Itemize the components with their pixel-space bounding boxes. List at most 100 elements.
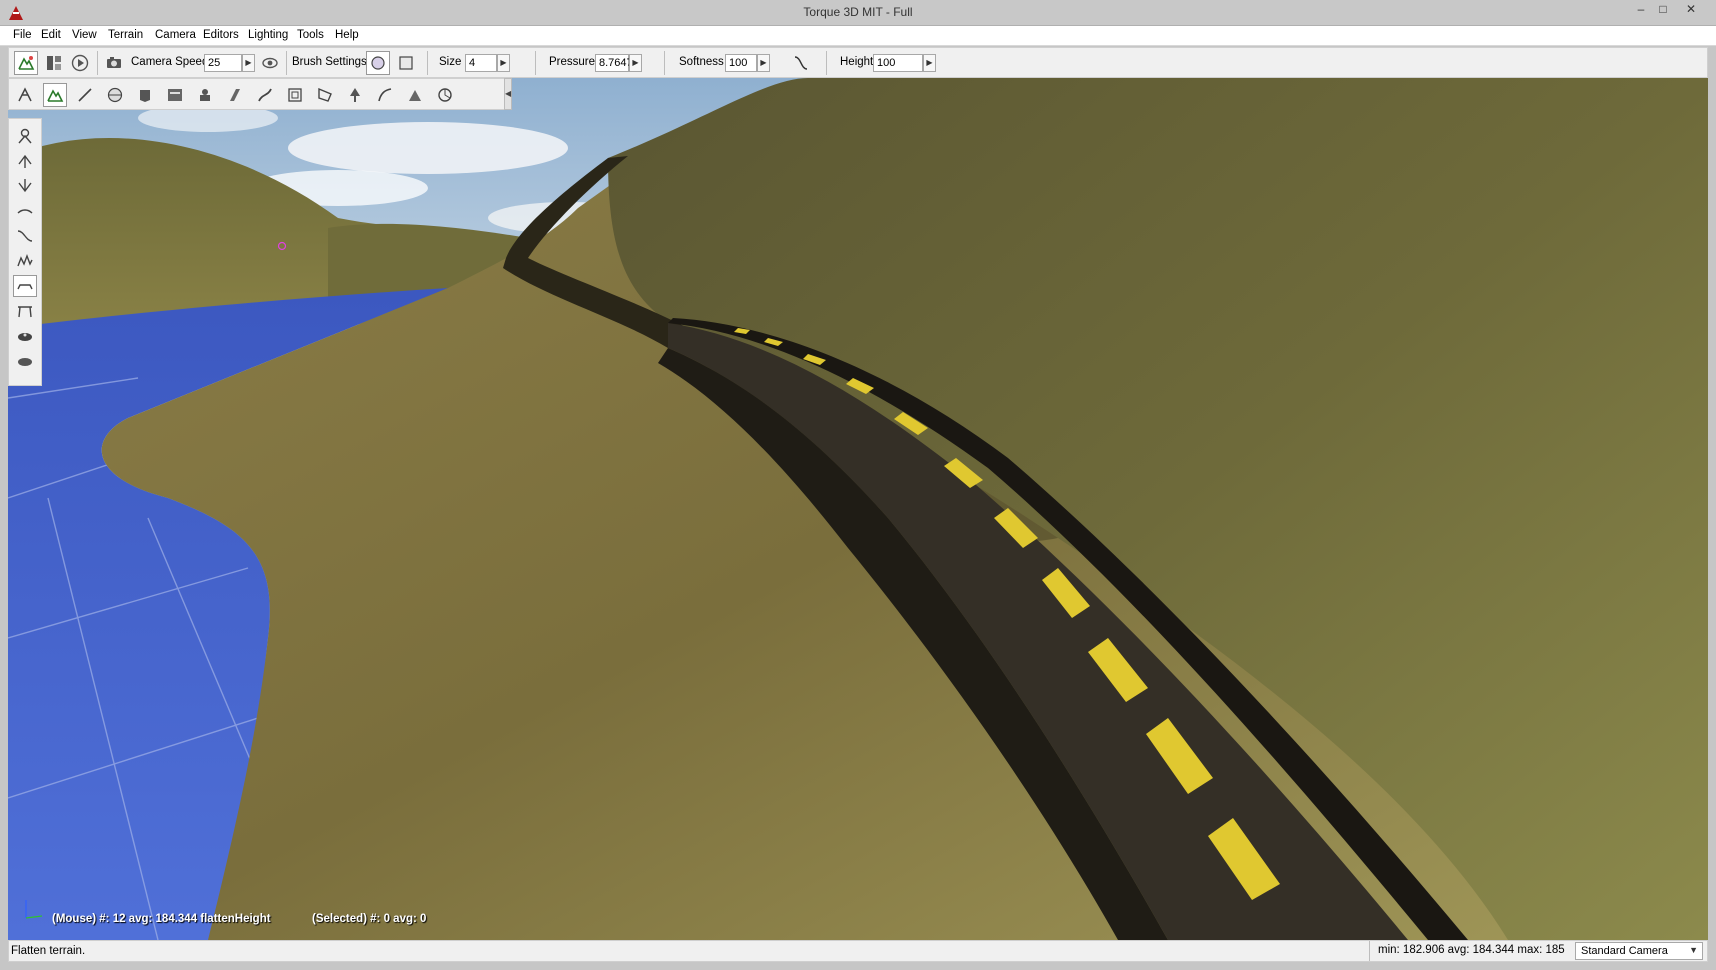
sketch-tool-button[interactable] — [133, 83, 157, 107]
lower-height-button[interactable] — [13, 175, 37, 197]
menu-tools[interactable]: Tools — [297, 29, 324, 41]
camera-speed-arrow[interactable]: ▶ — [242, 54, 255, 72]
terrain-painter-icon — [78, 88, 92, 102]
menu-file[interactable]: File — [13, 29, 32, 41]
set-empty-button[interactable] — [13, 325, 37, 347]
clear-empty-button[interactable] — [13, 350, 37, 372]
menu-help[interactable]: Help — [335, 29, 359, 41]
menu-terrain[interactable]: Terrain — [108, 29, 143, 41]
smooth-slope-icon — [17, 230, 33, 242]
decal-editor-button[interactable] — [403, 83, 427, 107]
menu-lighting[interactable]: Lighting — [248, 29, 288, 41]
menu-bar: File Edit View Terrain Camera Editors Li… — [0, 26, 1716, 46]
toolbar-divider — [286, 51, 287, 75]
noise-button[interactable] — [13, 250, 37, 272]
flatten-icon — [17, 284, 33, 290]
clear-empty-icon — [18, 358, 32, 366]
camera-speed-input[interactable]: 25 — [204, 54, 242, 72]
softness-curve-button[interactable] — [789, 51, 813, 75]
smooth-slope-button[interactable] — [13, 225, 37, 247]
river-editor-icon — [258, 88, 272, 102]
menu-camera[interactable]: Camera — [155, 29, 196, 41]
datablock-editor-icon — [168, 89, 182, 101]
object-editor-button[interactable] — [13, 83, 37, 107]
terrain-editor-button[interactable] — [43, 83, 67, 107]
minimize-button[interactable]: – — [1630, 0, 1652, 20]
camera-mode-select[interactable]: Standard Camera ▼ — [1575, 942, 1703, 960]
lower-height-icon — [18, 179, 32, 193]
menu-edit[interactable]: Edit — [41, 29, 61, 41]
mesh-road-editor-icon — [288, 88, 302, 102]
object-editor-icon — [18, 87, 32, 102]
softness-input[interactable]: 100 — [725, 54, 757, 72]
terrain-mountain-icon — [18, 56, 35, 70]
grab-terrain-button[interactable] — [13, 125, 37, 147]
height-arrow[interactable]: ▶ — [923, 54, 936, 72]
brush-circle-button[interactable] — [366, 51, 390, 75]
camera-button[interactable] — [102, 51, 126, 75]
menu-view[interactable]: View — [72, 29, 97, 41]
pressure-arrow[interactable]: ▶ — [629, 54, 642, 72]
pressure-label: Pressure — [549, 56, 596, 68]
world-editor-button[interactable] — [14, 51, 38, 75]
navmesh-editor-button[interactable] — [373, 83, 397, 107]
softness-arrow[interactable]: ▶ — [757, 54, 770, 72]
pressure-input[interactable]: 8.7647 — [595, 54, 633, 72]
height-input[interactable]: 100 — [873, 54, 923, 72]
road-editor-button[interactable] — [223, 83, 247, 107]
status-message: Flatten terrain. — [11, 945, 86, 957]
chevron-down-icon: ▼ — [1689, 945, 1698, 955]
flatten-button[interactable] — [13, 275, 37, 297]
forest-editor-button[interactable] — [343, 83, 367, 107]
grab-terrain-icon — [18, 128, 32, 144]
visibility-button[interactable] — [258, 51, 282, 75]
raise-height-icon — [18, 154, 32, 168]
palette-collapse-handle[interactable]: ◀ — [504, 78, 512, 110]
size-input[interactable]: 4 — [465, 54, 497, 72]
particle-editor-icon — [200, 89, 210, 101]
maximize-button[interactable]: □ — [1652, 0, 1674, 20]
height-stats: min: 182.906 avg: 184.344 max: 185 — [1369, 941, 1579, 961]
toolbar-divider — [826, 51, 827, 75]
title-bar: Torque 3D MIT - Full – □ ✕ — [0, 0, 1716, 26]
set-empty-icon — [18, 333, 32, 341]
brush-box-button[interactable] — [394, 51, 418, 75]
raise-height-button[interactable] — [13, 150, 37, 172]
smooth-button[interactable] — [13, 200, 37, 222]
sketch-tool-icon — [140, 90, 150, 102]
toolbar-divider — [535, 51, 536, 75]
play-icon — [71, 54, 89, 72]
camera-mode-value: Standard Camera — [1581, 945, 1668, 957]
size-label: Size — [439, 56, 462, 68]
brush-settings-label: Brush Settings — [292, 56, 367, 68]
terrain-editor-icon — [47, 89, 64, 102]
shape-editor-button[interactable] — [433, 83, 457, 107]
material-editor-icon — [107, 87, 123, 103]
play-game-button[interactable] — [68, 51, 92, 75]
convex-editor-button[interactable] — [313, 83, 337, 107]
close-button[interactable]: ✕ — [1680, 0, 1702, 20]
toolbar-divider — [427, 51, 428, 75]
terrain-tools-palette — [8, 118, 42, 386]
river-editor-button[interactable] — [253, 83, 277, 107]
eye-icon — [262, 57, 278, 69]
datablock-editor-button[interactable] — [163, 83, 187, 107]
smooth-icon — [17, 209, 33, 214]
softness-label: Softness — [679, 56, 724, 68]
scene-render[interactable] — [8, 78, 1708, 940]
size-arrow[interactable]: ▶ — [497, 54, 510, 72]
forest-editor-icon — [350, 88, 360, 102]
navmesh-editor-icon — [378, 88, 392, 102]
noise-icon — [17, 254, 33, 267]
set-height-button[interactable] — [13, 300, 37, 322]
menu-editors[interactable]: Editors — [203, 29, 239, 41]
particle-editor-button[interactable] — [193, 83, 217, 107]
gui-editor-button[interactable] — [42, 51, 66, 75]
decal-editor-icon — [409, 90, 421, 101]
3d-viewport[interactable] — [8, 78, 1708, 940]
terrain-painter-button[interactable] — [73, 83, 97, 107]
main-toolbar: Camera Speed 25 ▶ Brush Settings Size 4 … — [8, 47, 1708, 78]
mesh-road-editor-button[interactable] — [283, 83, 307, 107]
material-editor-button[interactable] — [103, 83, 127, 107]
selected-brush-info: (Selected) #: 0 avg: 0 — [312, 913, 427, 925]
